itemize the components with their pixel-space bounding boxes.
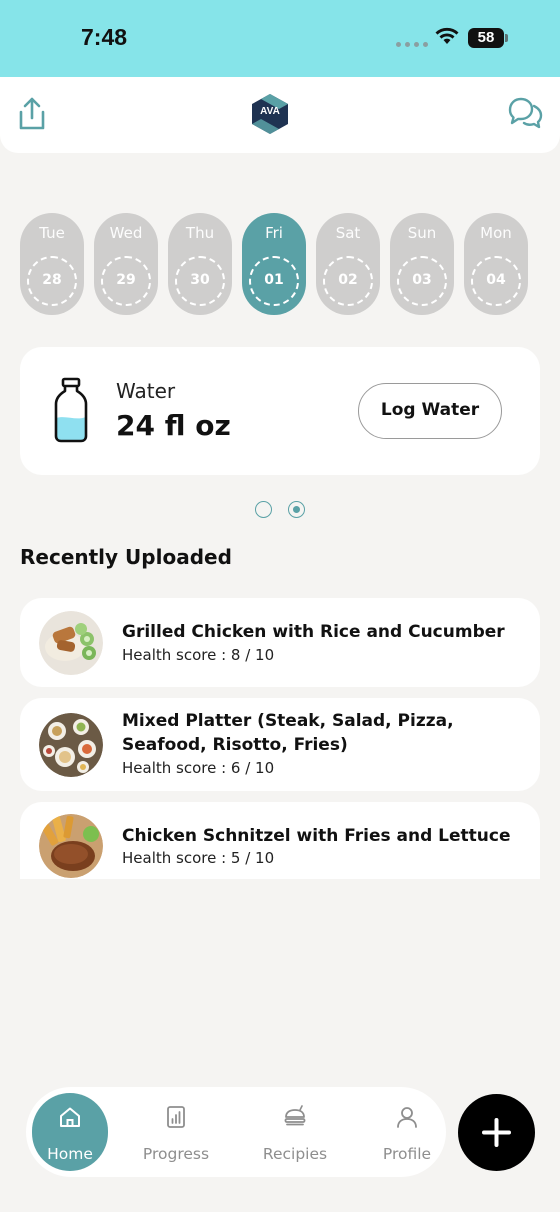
day-wed[interactable]: Wed 29 (94, 213, 158, 315)
section-title: Recently Uploaded (20, 545, 232, 569)
status-bar: 7:48 58 (0, 0, 560, 77)
day-sat[interactable]: Sat 02 (316, 213, 380, 315)
battery-cap (505, 34, 508, 42)
user-icon (397, 1107, 417, 1128)
home-icon (60, 1107, 80, 1127)
water-value: 24 fl oz (116, 409, 231, 442)
meal-photo (39, 611, 103, 675)
meal-photo (39, 814, 103, 878)
add-button[interactable] (458, 1094, 535, 1171)
nav-profile[interactable]: Profile (369, 1093, 445, 1171)
day-name: Sat (335, 224, 361, 242)
page-dot[interactable] (255, 501, 272, 518)
share-icon[interactable] (16, 96, 48, 132)
meal-photo (39, 713, 103, 777)
day-name: Wed (109, 224, 143, 242)
nav-home[interactable]: Home (32, 1093, 108, 1171)
water-bottle-icon (54, 377, 88, 443)
meal-card[interactable]: Grilled Chicken with Rice and Cucumber H… (20, 598, 540, 687)
meal-card[interactable]: Chicken Schnitzel with Fries and Lettuce… (20, 802, 540, 879)
status-time: 7:48 (81, 24, 128, 50)
day-date: 03 (397, 256, 447, 306)
nav-label: Profile (382, 1145, 432, 1163)
day-sun[interactable]: Sun 03 (390, 213, 454, 315)
day-date: 04 (471, 256, 521, 306)
meal-name: Grilled Chicken with Rice and Cucumber (122, 622, 505, 642)
day-mon[interactable]: Mon 04 (464, 213, 528, 315)
app-header: AVA (0, 77, 560, 153)
water-label: Water (116, 379, 176, 403)
health-score: Health score : 6 / 10 (122, 759, 275, 777)
chat-icon[interactable] (506, 94, 544, 132)
day-name: Fri (265, 224, 283, 242)
day-date: 29 (101, 256, 151, 306)
day-date: 01 (249, 256, 299, 306)
water-card: Water 24 fl oz Log Water (20, 347, 540, 475)
meal-card[interactable]: Mixed Platter (Steak, Salad, Pizza, Seaf… (20, 698, 540, 791)
day-thu[interactable]: Thu 30 (168, 213, 232, 315)
plus-icon (482, 1118, 511, 1147)
nav-label: Recipies (262, 1145, 328, 1163)
health-score: Health score : 5 / 10 (122, 849, 275, 867)
wifi-icon (435, 27, 459, 44)
date-selector: Tue 28 Wed 29 Thu 30 Fri 01 Sat 02 Sun 0… (20, 213, 528, 315)
health-score: Health score : 8 / 10 (122, 646, 275, 664)
meal-name: Mixed Platter (Steak, Salad, Pizza, Seaf… (122, 711, 454, 755)
day-date: 02 (323, 256, 373, 306)
day-name: Tue (39, 224, 65, 242)
log-water-button[interactable]: Log Water (358, 383, 502, 439)
day-tue[interactable]: Tue 28 (20, 213, 84, 315)
nav-progress[interactable]: Progress (138, 1093, 214, 1171)
signal-icon (396, 42, 428, 47)
day-name: Mon (480, 224, 512, 242)
recipe-icon (284, 1105, 306, 1126)
day-date: 30 (175, 256, 225, 306)
bottom-nav: Home Progress Recipies Profile (26, 1087, 446, 1177)
day-name: Sun (407, 224, 437, 242)
day-name: Thu (185, 224, 215, 242)
day-date: 28 (27, 256, 77, 306)
page-dot-active[interactable] (288, 501, 305, 518)
nav-label: Progress (142, 1145, 210, 1163)
nav-label: Home (47, 1145, 93, 1163)
meal-name: Chicken Schnitzel with Fries and Lettuce (122, 826, 511, 846)
chart-icon (167, 1106, 185, 1128)
battery-indicator: 58 (468, 28, 504, 48)
nav-recipes[interactable]: Recipies (257, 1093, 333, 1171)
page-indicator (255, 501, 305, 518)
logo-text: AVA (260, 106, 280, 117)
day-fri[interactable]: Fri 01 (242, 213, 306, 315)
